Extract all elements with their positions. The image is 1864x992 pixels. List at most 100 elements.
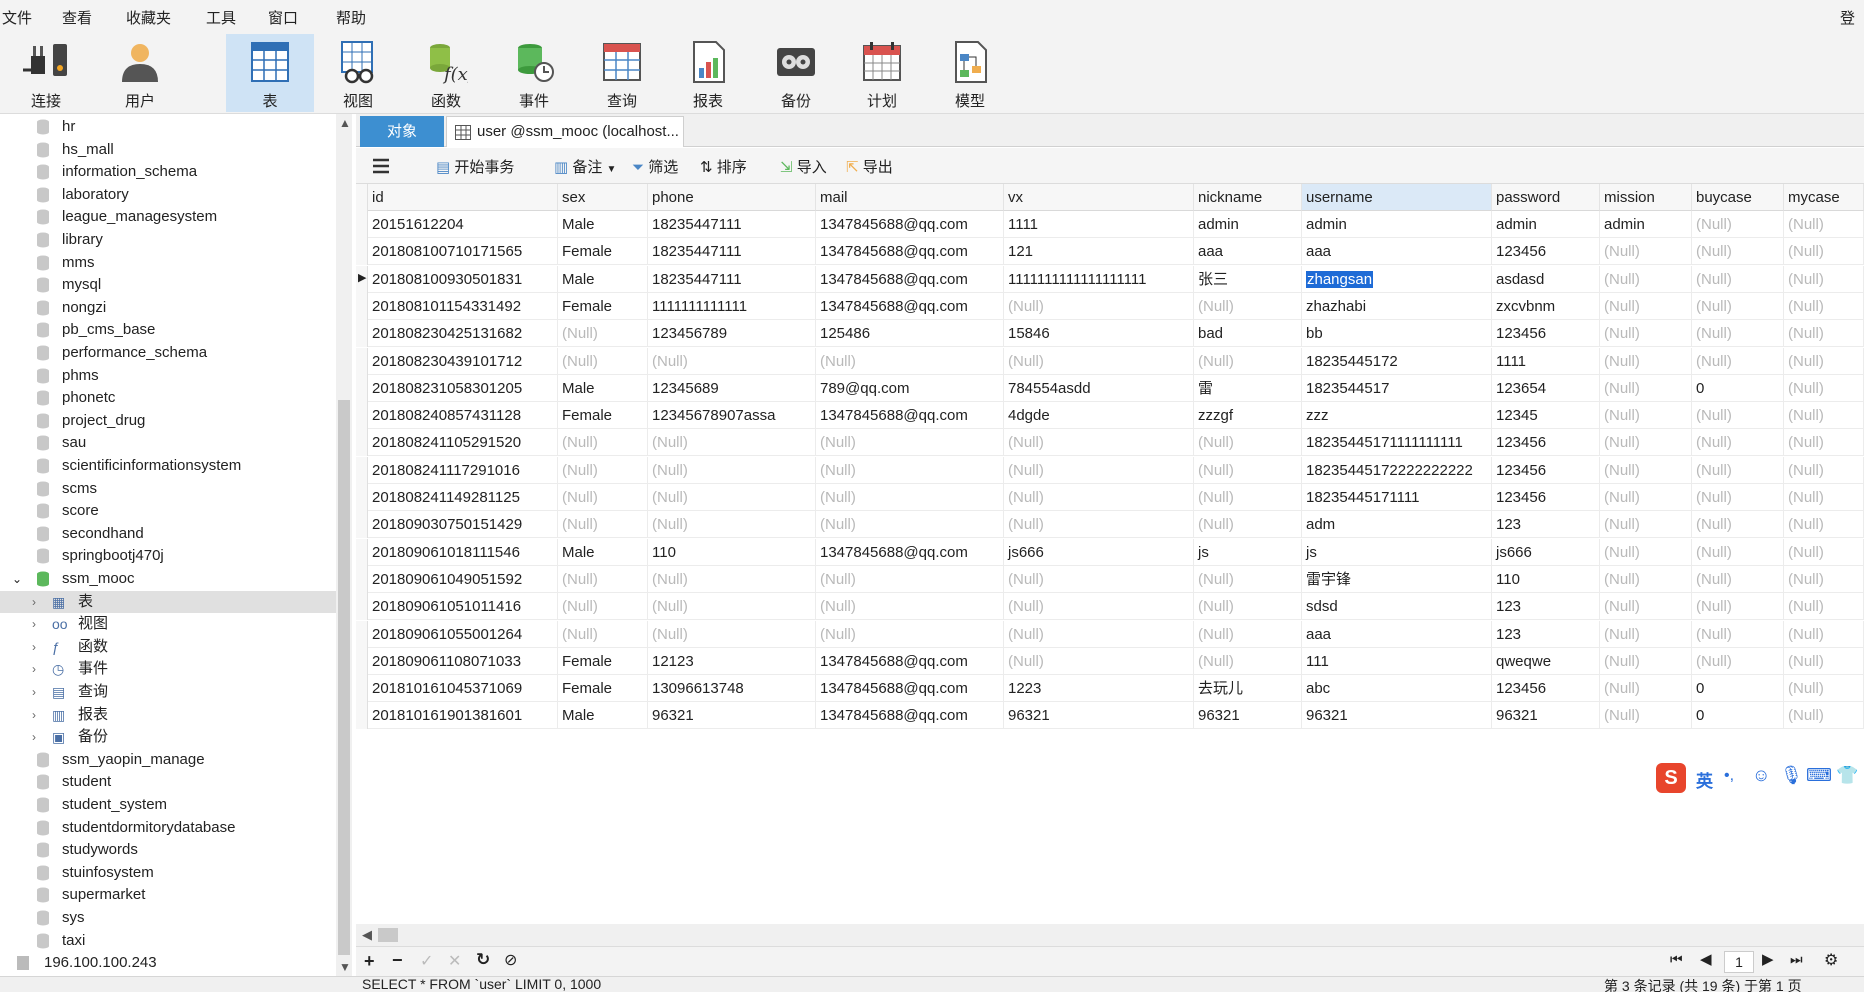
toolbar-user-button[interactable]: 用户 [100,34,180,112]
table-cell[interactable]: (Null) [1692,456,1784,484]
table-cell[interactable]: (Null) [1692,511,1784,539]
table-cell[interactable]: (Null) [1692,347,1784,375]
table-cell[interactable]: (Null) [1784,374,1864,402]
table-cell[interactable]: (Null) [1692,238,1784,266]
tree-item-database[interactable]: league_managesystem [0,206,336,228]
table-cell[interactable]: 96321 [1194,702,1302,730]
toolbar-model-button[interactable]: 模型 [930,34,1010,112]
table-cell[interactable]: 201808241105291520 [368,429,558,457]
tree-item-database[interactable]: student_system [0,794,336,816]
column-header-password[interactable]: password [1492,184,1600,211]
tree-item-database[interactable]: phms [0,365,336,387]
toolbar-function-button[interactable]: f(x) 函数 [406,34,486,112]
table-cell[interactable]: admin [1194,211,1302,238]
table-cell[interactable]: (Null) [648,456,816,484]
table-cell[interactable]: (Null) [1600,265,1692,293]
menu-favorites[interactable]: 收藏夹 [126,7,171,28]
grid-horizontal-scrollbar[interactable]: ◀ [356,924,1864,946]
table-cell[interactable]: (Null) [1784,347,1864,375]
filter-button[interactable]: ⏷ 筛选 [632,156,678,177]
table-cell[interactable]: (Null) [1784,429,1864,457]
table-cell[interactable]: 123 [1492,593,1600,621]
table-cell[interactable]: zzz [1302,402,1492,430]
menu-view[interactable]: 查看 [62,7,92,28]
chevron-right-icon[interactable]: › [32,591,36,613]
row-selector[interactable] [356,620,368,648]
table-cell[interactable]: (Null) [1784,647,1864,675]
table-cell[interactable]: (Null) [1784,211,1864,238]
table-cell[interactable]: 110 [648,538,816,566]
column-header-id[interactable]: id [368,184,558,211]
table-cell[interactable]: (Null) [558,511,648,539]
import-button[interactable]: ⇲ 导入 [780,156,827,177]
table-cell[interactable]: 201809061051011416 [368,593,558,621]
table-cell[interactable]: js666 [1004,538,1194,566]
table-cell[interactable]: 201809061018111546 [368,538,558,566]
row-selector[interactable] [356,647,368,675]
table-cell[interactable]: (Null) [558,565,648,593]
table-cell[interactable]: 123456 [1492,456,1600,484]
table-cell[interactable]: (Null) [648,347,816,375]
tree-item-database[interactable]: pb_cms_base [0,319,336,341]
chevron-right-icon[interactable]: › [32,658,36,680]
table-cell[interactable]: 201810161045371069 [368,675,558,703]
table-cell[interactable]: (Null) [1194,347,1302,375]
table-cell[interactable]: (Null) [1784,238,1864,266]
column-header-nickname[interactable]: nickname [1194,184,1302,211]
table-cell[interactable]: (Null) [816,593,1004,621]
tree-item-database[interactable]: phonetc [0,387,336,409]
refresh-icon[interactable]: ↻ [476,950,490,970]
table-cell[interactable]: (Null) [558,620,648,648]
table-cell[interactable]: (Null) [1600,238,1692,266]
sort-button[interactable]: ⇅ 排序 [700,156,747,177]
row-selector[interactable] [356,402,368,430]
table-cell[interactable]: 201808231058301205 [368,374,558,402]
table-cell[interactable]: 4dgde [1004,402,1194,430]
table-cell[interactable]: bb [1302,320,1492,348]
previous-page-icon[interactable]: ◀ [1700,950,1712,968]
table-cell[interactable]: 121 [1004,238,1194,266]
table-cell[interactable]: (Null) [1600,402,1692,430]
table-cell[interactable]: (Null) [1784,675,1864,703]
tab-objects[interactable]: 对象 [360,116,444,147]
row-selector[interactable] [356,511,368,539]
table-cell[interactable]: 1347845688@qq.com [816,675,1004,703]
table-cell[interactable]: (Null) [1600,675,1692,703]
column-header-mission[interactable]: mission [1600,184,1692,211]
table-cell[interactable]: 1111 [1004,211,1194,238]
table-cell[interactable]: (Null) [1004,593,1194,621]
tree-item-query[interactable]: › ▤ 查询 [0,681,336,703]
table-cell[interactable]: (Null) [558,320,648,348]
table-cell[interactable]: 1347845688@qq.com [816,238,1004,266]
tree-item-database[interactable]: project_drug [0,410,336,432]
table-cell[interactable]: (Null) [1600,374,1692,402]
table-cell[interactable]: (Null) [1194,647,1302,675]
table-cell[interactable]: Male [558,211,648,238]
table-cell[interactable]: 去玩儿 [1194,675,1302,703]
delete-record-icon[interactable]: − [392,950,403,971]
toolbar-view-button[interactable]: 视图 [318,34,398,112]
table-cell[interactable]: abc [1302,675,1492,703]
skin-icon[interactable]: 👕 [1836,765,1858,786]
table-cell[interactable]: 201808241117291016 [368,456,558,484]
apply-icon[interactable]: ✓ [420,951,433,971]
table-cell[interactable]: (Null) [1784,402,1864,430]
table-cell[interactable]: (Null) [648,565,816,593]
table-cell[interactable]: (Null) [558,484,648,511]
keyboard-icon[interactable]: ⌨ [1806,765,1832,786]
table-cell[interactable]: 123456 [1492,675,1600,703]
table-cell[interactable]: (Null) [1692,402,1784,430]
row-selector[interactable] [356,702,368,730]
table-cell[interactable]: 18235447111 [648,238,816,266]
tree-item-database[interactable]: studentdormitorydatabase [0,817,336,839]
table-cell[interactable]: 18235445171111111111 [1302,429,1492,457]
table-cell[interactable]: (Null) [1194,593,1302,621]
row-selector[interactable] [356,484,368,511]
chevron-right-icon[interactable]: › [32,613,36,635]
table-cell[interactable]: (Null) [1784,292,1864,320]
table-cell[interactable]: (Null) [816,511,1004,539]
table-cell[interactable]: (Null) [1600,565,1692,593]
table-cell[interactable]: (Null) [1784,620,1864,648]
table-cell[interactable]: (Null) [1004,620,1194,648]
tree-item-database[interactable]: studywords [0,839,336,861]
